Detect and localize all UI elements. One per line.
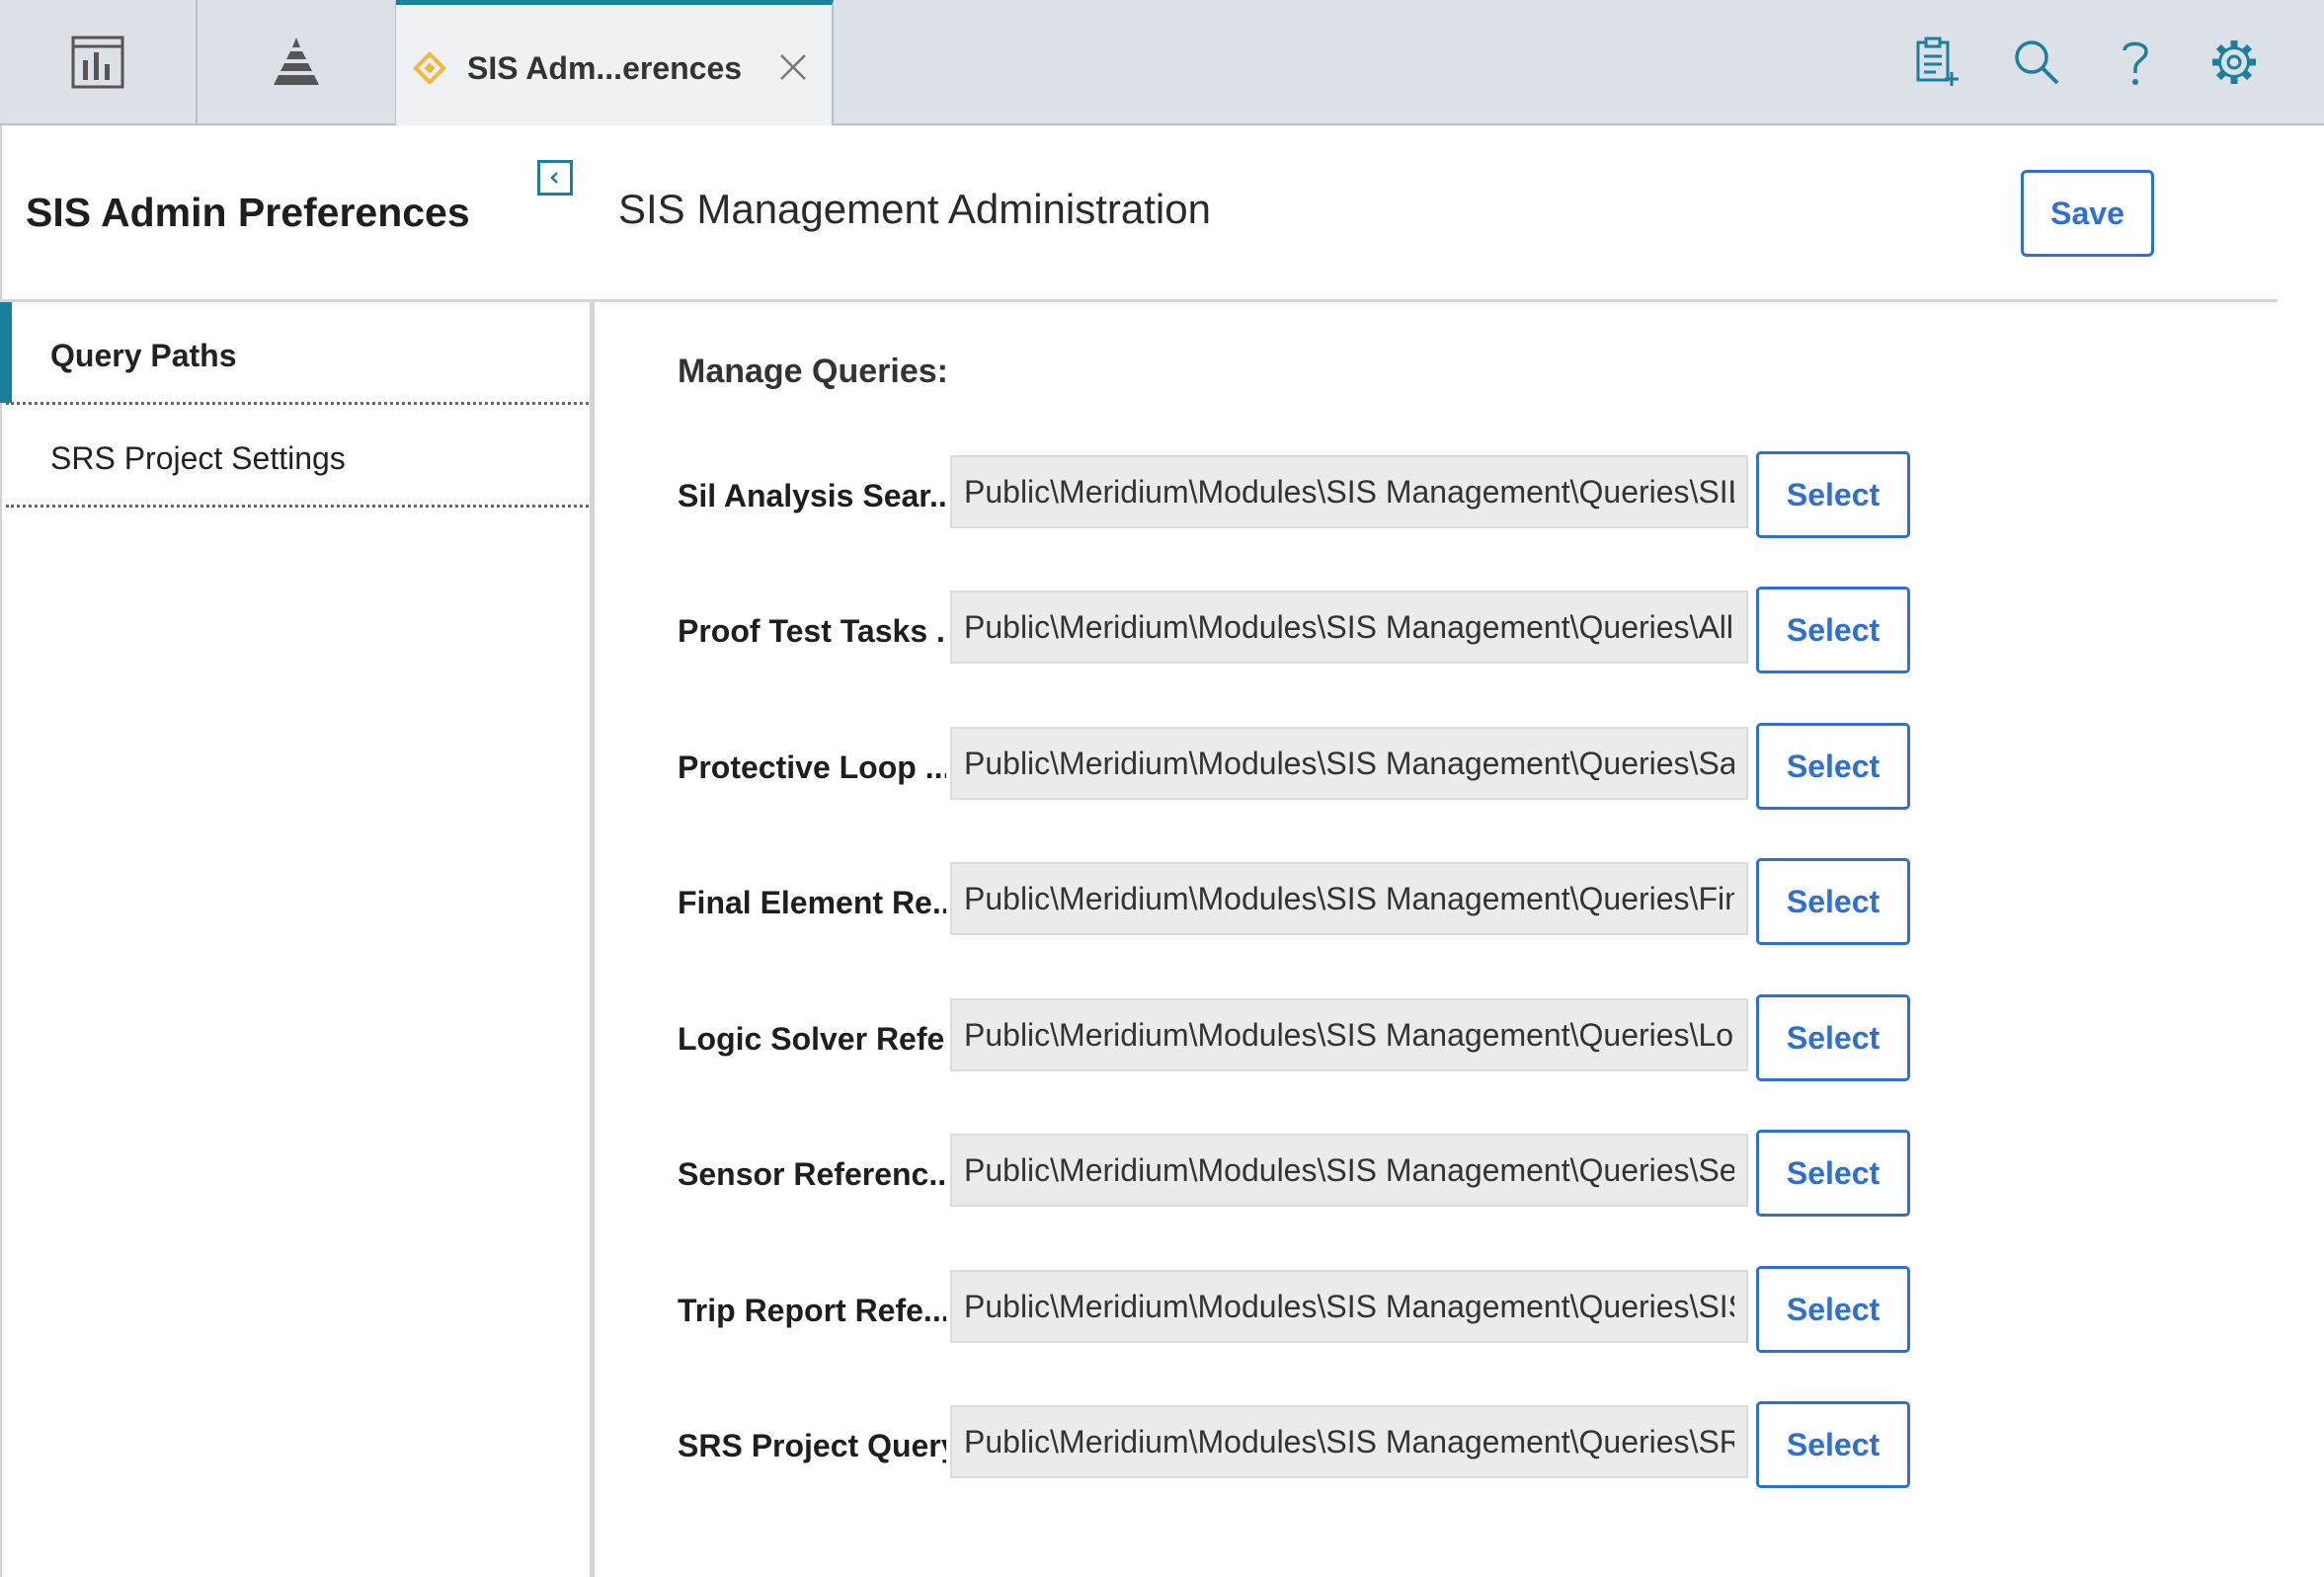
- sidebar-item-label: Query Paths: [50, 338, 237, 373]
- query-path-input[interactable]: [950, 862, 1748, 935]
- query-row: Protective Loop ... Select: [678, 723, 1912, 812]
- dashboard-icon: [71, 36, 124, 88]
- query-row: SRS Project Query Select: [678, 1401, 1912, 1490]
- search-icon: [2015, 40, 2059, 85]
- help-icon: [2123, 41, 2148, 85]
- query-row: Trip Report Refe... Select: [678, 1266, 1912, 1355]
- collapse-sidebar-button[interactable]: [537, 160, 573, 196]
- select-button[interactable]: Select: [1756, 451, 1910, 538]
- query-path-input[interactable]: [950, 1134, 1748, 1207]
- tab-label: SIS Adm...erences: [467, 50, 743, 86]
- query-label: Proof Test Tasks ...: [678, 613, 946, 649]
- save-button[interactable]: Save: [2021, 170, 2154, 257]
- sidebar-item-query-paths[interactable]: Query Paths: [0, 302, 589, 405]
- select-button[interactable]: Select: [1756, 1266, 1910, 1353]
- query-path-input[interactable]: [950, 998, 1748, 1071]
- gear-icon: [2212, 40, 2256, 84]
- query-row: Proof Test Tasks ... Select: [678, 587, 1912, 675]
- section-heading: Manage Queries:: [678, 353, 948, 390]
- query-label: Final Element Re...: [678, 885, 946, 920]
- settings-button[interactable]: [2206, 35, 2262, 90]
- sidebar-item-srs-project-settings[interactable]: SRS Project Settings: [6, 405, 589, 508]
- query-path-input[interactable]: [950, 727, 1748, 800]
- query-label: SRS Project Query: [678, 1428, 946, 1463]
- new-report-icon: [1916, 37, 1959, 86]
- select-button[interactable]: Select: [1756, 858, 1910, 945]
- select-button[interactable]: Select: [1756, 587, 1910, 673]
- select-button[interactable]: Select: [1756, 1130, 1910, 1217]
- query-row: Sil Analysis Sear... Select: [678, 451, 1912, 540]
- query-path-input[interactable]: [950, 1270, 1748, 1343]
- new-report-button[interactable]: [1910, 35, 1965, 90]
- sidebar: Query Paths SRS Project Settings: [0, 302, 595, 1577]
- hierarchy-tab[interactable]: [198, 0, 397, 123]
- help-button[interactable]: [2108, 35, 2163, 90]
- hierarchy-icon: [274, 37, 319, 85]
- query-label: Sil Analysis Sear...: [678, 478, 946, 513]
- select-button[interactable]: Select: [1756, 994, 1910, 1081]
- close-icon: [780, 54, 806, 80]
- query-row: Final Element Re... Select: [678, 858, 1912, 947]
- diamond-icon: [413, 51, 446, 85]
- query-path-input[interactable]: [950, 591, 1748, 664]
- page-title: SIS Management Administration: [618, 186, 1211, 232]
- chevron-left-icon: [550, 172, 558, 184]
- query-label: Logic Solver Refe...: [678, 1021, 946, 1057]
- query-label: Sensor Referenc...: [678, 1156, 946, 1192]
- select-button[interactable]: Select: [1756, 723, 1910, 810]
- tab-sis-admin-preferences[interactable]: SIS Adm...erences: [396, 0, 834, 125]
- sidebar-item-label: SRS Project Settings: [50, 440, 346, 476]
- query-path-input[interactable]: [950, 1405, 1748, 1478]
- dashboard-tab[interactable]: [0, 0, 198, 123]
- top-bar: SIS Adm...erences: [0, 0, 2324, 125]
- select-button[interactable]: Select: [1756, 1401, 1910, 1488]
- query-row: Sensor Referenc... Select: [678, 1130, 1912, 1219]
- query-path-input[interactable]: [950, 455, 1748, 528]
- close-tab-button[interactable]: [773, 47, 813, 87]
- query-label: Trip Report Refe...: [678, 1293, 946, 1328]
- sidebar-title: SIS Admin Preferences: [26, 190, 470, 235]
- query-row: Logic Solver Refe... Select: [678, 994, 1912, 1083]
- search-button[interactable]: [2009, 35, 2064, 90]
- query-label: Protective Loop ...: [678, 749, 946, 785]
